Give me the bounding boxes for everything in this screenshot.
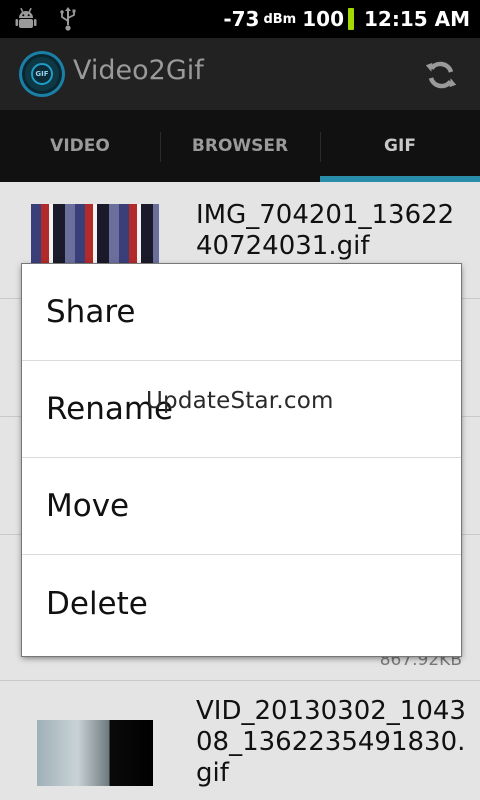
gif-thumbnail (31, 204, 159, 264)
watermark: UpdateStar.com (146, 388, 334, 414)
list-item[interactable]: VID_20130302_104308_1362235491830.gif (0, 680, 480, 800)
app-logo-icon[interactable]: GIF (19, 51, 65, 97)
menu-item-delete[interactable]: Delete (22, 555, 461, 652)
app-title: Video2Gif (73, 55, 204, 86)
refresh-icon (425, 61, 457, 89)
signal-unit: dBm (263, 11, 297, 27)
battery-level: 100 (302, 7, 344, 31)
android-debug-icon (14, 7, 38, 31)
status-bar: -73 dBm 100 12:15 AM (0, 0, 480, 38)
tab-browser[interactable]: BROWSER (160, 110, 320, 182)
tab-gif[interactable]: GIF (320, 110, 480, 182)
action-bar: GIF Video2Gif (0, 38, 480, 110)
app-logo-text: GIF (31, 63, 53, 85)
refresh-button[interactable] (424, 58, 458, 92)
menu-item-move[interactable]: Move (22, 458, 461, 555)
status-left-icons (14, 6, 78, 32)
status-right: -73 dBm 100 12:15 AM (223, 0, 470, 38)
file-name: VID_20130302_104308_1362235491830.gif (196, 696, 466, 788)
gif-thumbnail (37, 720, 153, 786)
file-name: IMG_704201_1362240724031.gif (196, 200, 455, 261)
battery-icon (347, 8, 354, 30)
signal-strength: -73 (223, 7, 260, 31)
tab-bar: VIDEO BROWSER GIF (0, 110, 480, 182)
usb-icon (58, 6, 78, 32)
clock: 12:15 AM (363, 7, 470, 31)
tab-video[interactable]: VIDEO (0, 110, 160, 182)
context-menu: Share Rename Move Delete (22, 264, 461, 656)
menu-item-share[interactable]: Share (22, 264, 461, 361)
